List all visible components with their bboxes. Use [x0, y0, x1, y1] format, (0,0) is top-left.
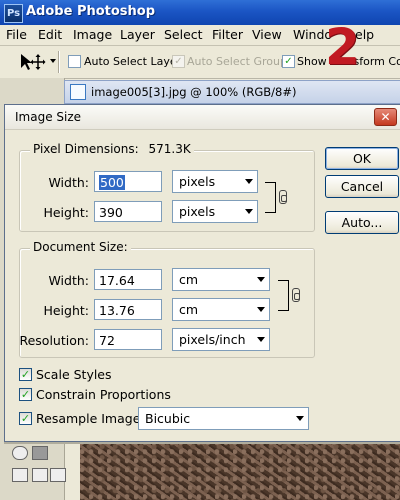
full-screen-menu-icon[interactable] [50, 468, 66, 482]
image-size-dialog: Image Size ✕ Pixel Dimensions: 571.3K Wi… [4, 104, 400, 442]
doc-height-value: 13.76 [99, 303, 135, 318]
document-size-legend: Document Size: [30, 240, 131, 254]
full-screen-icon[interactable] [32, 468, 48, 482]
app-title: Adobe Photoshop [26, 4, 156, 19]
tool-preset-arrow-icon[interactable] [50, 59, 56, 63]
dialog-titlebar: Image Size ✕ [5, 105, 400, 130]
menu-file[interactable]: File [6, 27, 27, 42]
chevron-down-icon [257, 277, 265, 282]
chevron-down-icon [257, 337, 265, 342]
doc-width-unit-select[interactable]: cm [172, 268, 270, 291]
chevron-down-icon [245, 209, 253, 214]
screen-mode-icon[interactable] [12, 468, 28, 482]
pixel-width-unit: pixels [179, 174, 216, 189]
tool-mode-buttons [6, 442, 66, 500]
chevron-down-icon [245, 179, 253, 184]
show-transform-checkbox[interactable]: ✓ [282, 55, 295, 68]
resolution-label: Resolution: [19, 333, 89, 348]
chain-link-icon [279, 190, 287, 204]
doc-height-input[interactable]: 13.76 [94, 299, 162, 320]
pixel-width-input[interactable]: 500 [94, 171, 162, 192]
pixel-dimensions-size: 571.3K [148, 142, 191, 156]
cancel-button[interactable]: Cancel [325, 175, 399, 198]
menu-edit[interactable]: Edit [38, 27, 62, 42]
menu-select[interactable]: Select [164, 27, 203, 42]
doc-width-input[interactable]: 17.64 [94, 269, 162, 290]
dialog-title: Image Size [15, 110, 82, 124]
ok-button[interactable]: OK [325, 147, 399, 170]
resample-image-checkbox[interactable]: ✓ [19, 412, 32, 425]
resolution-value: 72 [99, 333, 115, 348]
resolution-unit-select[interactable]: pixels/inch [172, 328, 270, 351]
auto-select-layer-checkbox[interactable] [68, 55, 81, 68]
move-tool-icon[interactable] [18, 52, 48, 72]
pixel-dimensions-label: Pixel Dimensions: [33, 142, 139, 156]
resolution-input[interactable]: 72 [94, 329, 162, 350]
menu-layer[interactable]: Layer [120, 27, 155, 42]
pixel-width-unit-select[interactable]: pixels [172, 170, 258, 193]
document-titlebar: image005[3].jpg @ 100% (RGB/8#) [64, 80, 400, 104]
photoshop-logo-icon: Ps [4, 4, 23, 23]
resample-image-label: Resample Image: [36, 411, 145, 426]
auto-select-layer-label: Auto Select Layer [84, 55, 182, 68]
auto-select-groups-checkbox: ✓ [172, 55, 185, 68]
constrain-proportions-label: Constrain Proportions [36, 387, 171, 402]
pixel-width-label: Width: [48, 175, 89, 190]
pixel-width-value: 500 [99, 175, 125, 190]
doc-width-unit: cm [179, 272, 199, 287]
doc-link-bracket [278, 280, 289, 311]
doc-height-label: Height: [43, 303, 89, 318]
pixel-height-value: 390 [99, 205, 123, 220]
menu-filter[interactable]: Filter [212, 27, 243, 42]
doc-height-unit: cm [179, 302, 199, 317]
doc-height-unit-select[interactable]: cm [172, 298, 270, 321]
options-separator [58, 51, 60, 73]
close-icon[interactable]: ✕ [374, 108, 397, 126]
chain-link-icon [292, 288, 300, 302]
resolution-unit: pixels/inch [179, 332, 246, 347]
chevron-down-icon [257, 307, 265, 312]
pixel-height-unit: pixels [179, 204, 216, 219]
scale-styles-label: Scale Styles [36, 367, 112, 382]
menu-image[interactable]: Image [73, 27, 112, 42]
constrain-proportions-checkbox[interactable]: ✓ [19, 388, 32, 401]
auto-select-groups-label: Auto Select Groups [187, 55, 293, 68]
quick-mask-icon[interactable] [32, 446, 48, 460]
resample-method: Bicubic [145, 411, 191, 426]
doc-width-value: 17.64 [99, 273, 135, 288]
menu-view[interactable]: View [252, 27, 282, 42]
scale-styles-checkbox[interactable]: ✓ [19, 368, 32, 381]
document-icon [70, 84, 86, 100]
document-title: image005[3].jpg @ 100% (RGB/8#) [91, 85, 297, 99]
step-number: 2 [325, 18, 360, 76]
standard-mode-icon[interactable] [12, 446, 28, 460]
doc-width-label: Width: [48, 273, 89, 288]
document-canvas[interactable] [80, 440, 400, 500]
pixel-height-label: Height: [43, 205, 89, 220]
auto-button[interactable]: Auto... [325, 211, 399, 234]
pixel-dimensions-legend: Pixel Dimensions: 571.3K [30, 142, 194, 156]
pixel-link-bracket [265, 182, 276, 213]
resample-method-select[interactable]: Bicubic [138, 407, 309, 430]
chevron-down-icon [296, 416, 304, 421]
pixel-height-input[interactable]: 390 [94, 201, 162, 222]
pixel-height-unit-select[interactable]: pixels [172, 200, 258, 223]
